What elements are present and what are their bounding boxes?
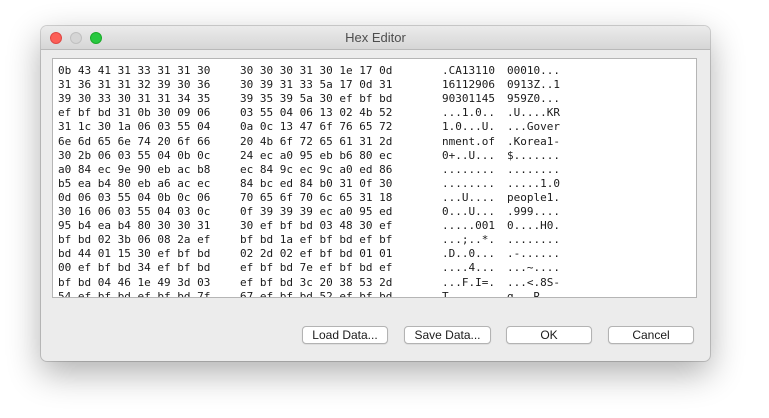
ascii-text-group-2: 00010...: [507, 64, 560, 77]
hex-bytes-group-2: 30 30 30 31 30 1e 17 0d: [240, 64, 393, 77]
hex-bytes-group-2: ef bf bd 3c 20 38 53 2d: [240, 275, 393, 289]
save-data-button[interactable]: Save Data...: [404, 326, 491, 344]
hex-bytes-group-1: bd 44 01 15 30 ef bf bd: [58, 247, 211, 261]
ascii-text-group-2: .999....: [507, 205, 560, 218]
ascii-text-group-1: ...;..*.: [442, 233, 495, 247]
load-data-button[interactable]: Load Data...: [302, 326, 388, 344]
ascii-text-group-2: people1.: [507, 190, 560, 204]
ascii-text-group-2: .-......: [507, 247, 560, 261]
hex-bytes-group-1: 95 b4 ea b4 80 30 30 31: [58, 219, 211, 233]
hex-bytes-group-2: 0a 0c 13 47 6f 76 65 72: [240, 120, 393, 134]
hex-bytes-group-2: 30 39 31 33 5a 17 0d 31: [240, 78, 393, 92]
hex-bytes-group-1: 00 ef bf bd 34 ef bf bd: [58, 261, 211, 275]
hex-bytes-group-1: bf bd 04 46 1e 49 3d 03: [58, 275, 211, 289]
ascii-text-group-1: ........: [442, 176, 495, 190]
ascii-text-group-1: ...1.0..: [442, 106, 495, 120]
ascii-text-group-2: 0....H0.: [507, 219, 560, 233]
ascii-text-group-2: ........: [507, 233, 560, 247]
title-bar[interactable]: Hex Editor: [41, 26, 710, 50]
hex-bytes-group-2: 67 ef bf bd 52 ef bf bd: [240, 289, 393, 298]
hex-editor-window: Hex Editor 0b 43 41 31 33 31 31 30 30 30 …: [41, 26, 710, 361]
ascii-text-group-2: $.......: [507, 148, 560, 162]
ascii-text-group-2: .....1.0: [507, 176, 560, 190]
ascii-text-group-1: 90301145: [442, 92, 495, 106]
ascii-text-group-1: ...U....: [442, 190, 495, 204]
hex-bytes-group-2: 70 65 6f 70 6c 65 31 18: [240, 190, 393, 204]
ascii-text-group-2: g...R...: [507, 289, 560, 298]
hex-bytes-group-2: 30 ef bf bd 03 48 30 ef: [240, 219, 393, 233]
hex-bytes-group-2: 84 bc ed 84 b0 31 0f 30: [240, 176, 393, 190]
ascii-text-group-2: ...<.8S-: [507, 275, 560, 289]
ascii-text-group-1: ........: [442, 162, 495, 176]
hex-bytes-group-1: 0d 06 03 55 04 0b 0c 06: [58, 190, 211, 204]
ascii-text-group-2: ........: [507, 162, 560, 176]
ascii-text-group-1: .....001: [442, 219, 495, 233]
ok-button[interactable]: OK: [506, 326, 592, 344]
hex-bytes-group-1: 39 30 33 30 31 31 34 35: [58, 92, 211, 106]
hex-bytes-group-2: 0f 39 39 39 ec a0 95 ed: [240, 205, 393, 218]
hex-bytes-group-1: 0b 43 41 31 33 31 31 30: [58, 64, 211, 77]
hex-bytes-group-2: 39 35 39 5a 30 ef bf bd: [240, 92, 393, 106]
hex-bytes-group-1: 54 ef bf bd ef bf bd 7f: [58, 289, 211, 298]
hex-bytes-group-1: 6e 6d 65 6e 74 20 6f 66: [58, 134, 211, 148]
hex-bytes-group-1: 30 16 06 03 55 04 03 0c: [58, 205, 211, 218]
hex-bytes-group-2: ec 84 9c ec 9c a0 ed 86: [240, 162, 393, 176]
hex-bytes-group-2: ef bf bd 7e ef bf bd ef: [240, 261, 393, 275]
hex-bytes-group-2: 24 ec a0 95 eb b6 80 ec: [240, 148, 393, 162]
ascii-text-group-1: 16112906: [442, 78, 495, 92]
ascii-text-group-1: .CA13110: [442, 64, 495, 77]
window-title: Hex Editor: [345, 30, 406, 45]
hex-bytes-group-1: ef bf bd 31 0b 30 09 06: [58, 106, 211, 120]
ascii-text-group-2: 959Z0...: [507, 92, 560, 106]
ascii-text-group-1: T.......: [442, 289, 495, 298]
ascii-text-group-1: ...F.I=.: [442, 275, 495, 289]
ascii-text-group-1: 1.0...U.: [442, 120, 495, 134]
ascii-text-group-2: 0913Z..1: [507, 78, 560, 92]
hex-bytes-group-1: b5 ea b4 80 eb a6 ac ec: [58, 176, 211, 190]
ascii-text-group-2: ...Gover: [507, 120, 560, 134]
ascii-text-group-1: nment.of: [442, 134, 495, 148]
hex-bytes-group-2: 02 2d 02 ef bf bd 01 01: [240, 247, 393, 261]
hex-bytes-group-1: 30 2b 06 03 55 04 0b 0c: [58, 148, 211, 162]
cancel-button[interactable]: Cancel: [608, 326, 694, 344]
hex-bytes-group-1: 31 1c 30 1a 06 03 55 04: [58, 120, 211, 134]
hex-bytes-group-1: 31 36 31 31 32 39 30 36: [58, 78, 211, 92]
hex-view[interactable]: 0b 43 41 31 33 31 31 30 30 30 30 31 30 1e…: [52, 58, 697, 298]
hex-bytes-group-2: 20 4b 6f 72 65 61 31 2d: [240, 134, 393, 148]
hex-bytes-group-2: bf bd 1a ef bf bd ef bf: [240, 233, 393, 247]
ascii-text-group-1: ....4...: [442, 261, 495, 275]
ascii-text-group-2: .Korea1-: [507, 134, 560, 148]
hex-bytes-group-1: bf bd 02 3b 06 08 2a ef: [58, 233, 211, 247]
ascii-text-group-1: .D..0...: [442, 247, 495, 261]
hex-bytes-group-2: 03 55 04 06 13 02 4b 52: [240, 106, 393, 120]
ascii-text-group-1: 0...U...: [442, 205, 495, 218]
ascii-text-group-2: ...~....: [507, 261, 560, 275]
hex-bytes-group-1: a0 84 ec 9e 90 eb ac b8: [58, 162, 211, 176]
ascii-text-group-2: .U....KR: [507, 106, 560, 120]
ascii-text-group-1: 0+..U...: [442, 148, 495, 162]
